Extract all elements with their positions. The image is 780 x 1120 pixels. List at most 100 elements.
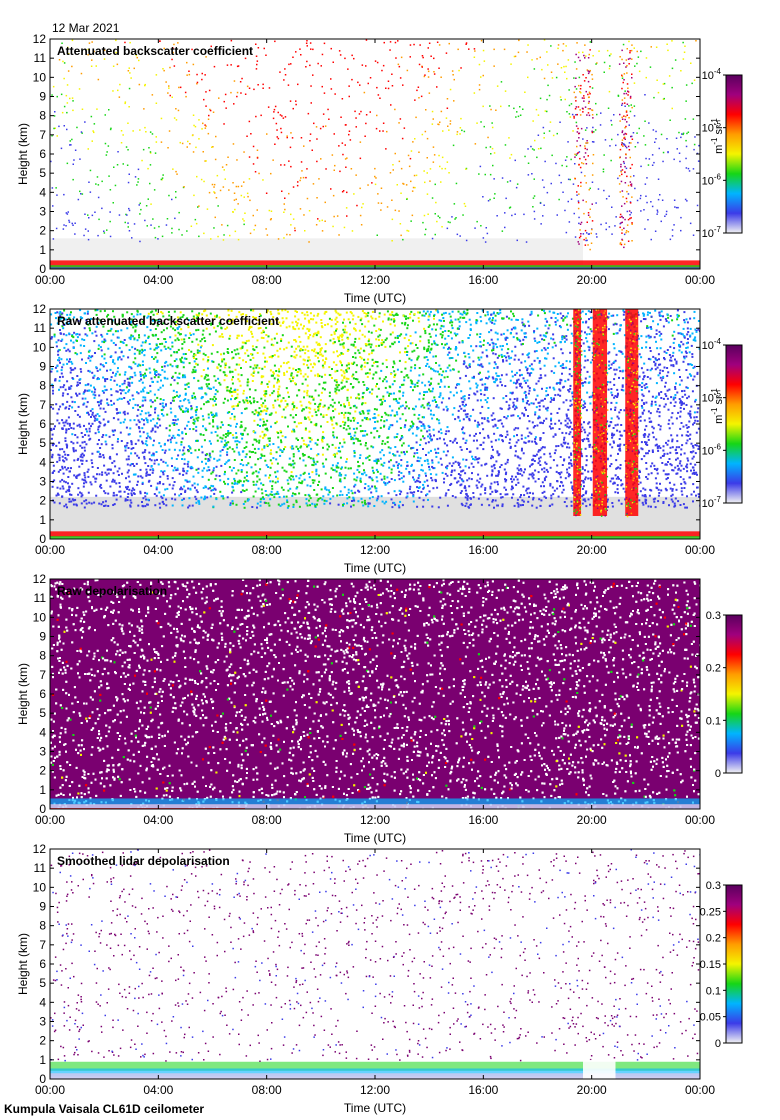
panel-3: 012345678910111200:00 04:00 08:00 12:00 16:0… — [16, 572, 743, 845]
y-tick-label: 9 — [39, 630, 46, 644]
colorbar-units: m-1 sr-1 — [710, 118, 725, 154]
y-tick-label: 12 — [33, 572, 47, 586]
x-tick-label: 00:00 — [35, 543, 65, 557]
panel-title: Smoothed lidar depolarisation — [57, 854, 230, 868]
y-tick-label: 9 — [39, 90, 46, 104]
panel-title: Attenuated backscatter coefficient — [57, 44, 253, 58]
x-tick-label: 00:00 — [685, 1083, 715, 1097]
x-tick-label: 20:00 — [577, 1083, 607, 1097]
colorbar-tick-label: 10-4 — [702, 67, 722, 82]
figure: 12 Mar 2021 012345678910111200:00 04:00 08… — [4, 21, 743, 1116]
y-tick-label: 1 — [39, 783, 46, 797]
panel-title: Raw attenuated backscatter coefficient — [57, 314, 279, 328]
colorbar-tick-label: 0.2 — [706, 663, 721, 675]
y-tick-label: 11 — [34, 51, 47, 65]
x-axis-label: Time (UTC) — [344, 561, 406, 575]
y-tick-label: 5 — [39, 436, 46, 450]
heatmap-area — [50, 579, 700, 809]
y-axis-label: Height (km) — [16, 123, 30, 185]
x-tick-label: 08:00 — [252, 273, 282, 287]
x-tick-label: 12:00 — [360, 1083, 390, 1097]
y-tick-label: 3 — [39, 475, 46, 489]
y-tick-label: 11 — [34, 861, 47, 875]
y-axis-label: Height (km) — [16, 933, 30, 995]
y-tick-label: 4 — [39, 725, 46, 739]
heatmap-area — [50, 849, 700, 1079]
colorbar-tick-label: 10-6 — [702, 442, 722, 457]
x-tick-label: 16:00 — [468, 1083, 498, 1097]
colorbar-tick-label: 0.05 — [700, 1012, 721, 1024]
y-axis-label: Height (km) — [16, 393, 30, 455]
footer-caption: Kumpula Vaisala CL61D ceilometer — [4, 1102, 204, 1116]
colorbar-tick-label: 10-4 — [702, 337, 722, 352]
x-tick-label: 08:00 — [252, 813, 282, 827]
x-tick-label: 12:00 — [360, 273, 390, 287]
x-tick-label: 00:00 — [685, 273, 715, 287]
x-tick-label: 12:00 — [360, 543, 390, 557]
x-tick-label: 04:00 — [143, 1083, 173, 1097]
date-label: 12 Mar 2021 — [52, 21, 120, 35]
y-tick-label: 9 — [39, 360, 46, 374]
y-tick-label: 8 — [39, 919, 46, 933]
panel-1: 012345678910111200:00 04:00 08:00 12:00 16:0… — [16, 32, 743, 305]
y-tick-label: 12 — [33, 842, 47, 856]
y-tick-label: 11 — [34, 591, 47, 605]
x-tick-label: 04:00 — [143, 273, 173, 287]
y-tick-label: 6 — [39, 417, 46, 431]
y-tick-label: 3 — [39, 205, 46, 219]
y-tick-label: 8 — [39, 109, 46, 123]
panel-title: Raw depolarisation — [57, 584, 167, 598]
x-tick-label: 20:00 — [577, 813, 607, 827]
x-tick-label: 00:00 — [35, 273, 65, 287]
y-tick-label: 2 — [39, 494, 46, 508]
x-tick-label: 00:00 — [35, 1083, 65, 1097]
x-tick-label: 12:00 — [360, 813, 390, 827]
y-tick-label: 6 — [39, 687, 46, 701]
y-tick-label: 12 — [33, 302, 47, 316]
colorbar — [725, 74, 743, 234]
colorbar — [725, 614, 743, 774]
y-tick-label: 5 — [39, 706, 46, 720]
x-tick-label: 08:00 — [252, 1083, 282, 1097]
y-tick-label: 10 — [33, 340, 47, 354]
y-tick-label: 6 — [39, 147, 46, 161]
x-axis-label: Time (UTC) — [344, 831, 406, 845]
y-tick-label: 10 — [33, 610, 47, 624]
x-tick-label: 04:00 — [143, 813, 173, 827]
heatmap-area — [50, 309, 700, 539]
colorbar-tick-label: 0.1 — [706, 985, 721, 997]
colorbar-tick-label: 0.1 — [706, 715, 721, 727]
y-tick-label: 1 — [39, 513, 46, 527]
y-tick-label: 12 — [33, 32, 47, 46]
y-tick-label: 3 — [39, 745, 46, 759]
y-tick-label: 7 — [39, 128, 46, 142]
colorbar-tick-label: 0.2 — [706, 933, 721, 945]
x-tick-label: 00:00 — [35, 813, 65, 827]
panel-4: 012345678910111200:00 04:00 08:00 12:00 16:0… — [16, 842, 743, 1115]
y-tick-label: 11 — [34, 321, 47, 335]
x-tick-label: 20:00 — [577, 543, 607, 557]
y-tick-label: 6 — [39, 957, 46, 971]
x-tick-label: 20:00 — [577, 273, 607, 287]
colorbar — [725, 884, 743, 1044]
x-tick-label: 00:00 — [685, 813, 715, 827]
y-tick-label: 9 — [39, 900, 46, 914]
y-tick-label: 4 — [39, 455, 46, 469]
x-tick-label: 16:00 — [468, 813, 498, 827]
y-tick-label: 8 — [39, 379, 46, 393]
y-tick-label: 2 — [39, 1034, 46, 1048]
y-tick-label: 10 — [33, 70, 47, 84]
y-tick-label: 5 — [39, 166, 46, 180]
colorbar-tick-label: 0.25 — [700, 906, 721, 918]
x-axis-label: Time (UTC) — [344, 1101, 406, 1115]
colorbar-tick-label: 0 — [715, 1038, 721, 1050]
x-axis-label: Time (UTC) — [344, 291, 406, 305]
y-tick-label: 3 — [39, 1015, 46, 1029]
y-tick-label: 2 — [39, 764, 46, 778]
colorbar-tick-label: 0.15 — [700, 959, 721, 971]
y-tick-label: 4 — [39, 185, 46, 199]
colorbar-tick-label: 0.3 — [706, 880, 721, 892]
y-tick-label: 5 — [39, 976, 46, 990]
panel-2: 012345678910111200:00 04:00 08:00 12:00 16:0… — [16, 302, 743, 575]
y-tick-label: 8 — [39, 649, 46, 663]
